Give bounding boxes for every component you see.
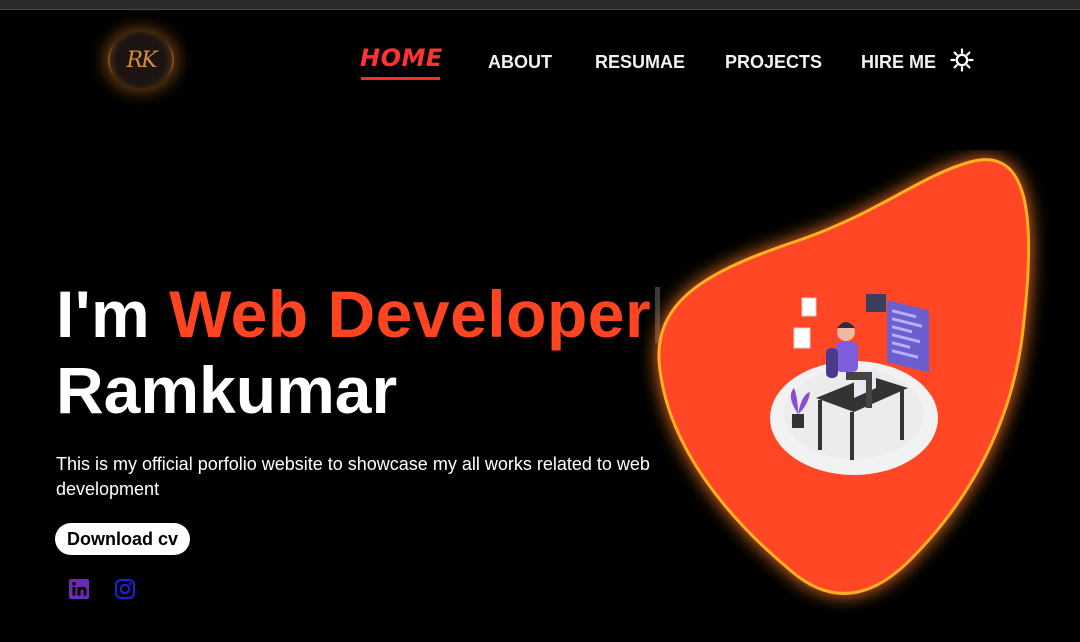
sun-icon[interactable] bbox=[950, 48, 974, 72]
linkedin-icon[interactable] bbox=[67, 577, 91, 601]
main-nav: HOME ABOUT RESUMAE PROJECTS HIRE ME bbox=[0, 44, 1080, 84]
nav-about[interactable]: ABOUT bbox=[488, 52, 552, 73]
hero-role-typed: Web Developer bbox=[169, 277, 652, 351]
nav-active-underline bbox=[361, 77, 440, 80]
nav-resumae[interactable]: RESUMAE bbox=[595, 52, 685, 73]
download-cv-button[interactable]: Download cv bbox=[55, 523, 190, 555]
hero-illustration-blob bbox=[657, 158, 1031, 595]
nav-home[interactable]: HOME bbox=[360, 44, 443, 72]
hero-name: Ramkumar bbox=[56, 353, 398, 427]
instagram-icon[interactable] bbox=[113, 577, 137, 601]
nav-hire-me[interactable]: HIRE ME bbox=[861, 52, 936, 73]
hero-description: This is my official porfolio website to … bbox=[56, 454, 650, 499]
hero-prefix: I'm bbox=[56, 277, 170, 351]
nav-projects[interactable]: PROJECTS bbox=[725, 52, 822, 73]
browser-top-strip bbox=[0, 0, 1080, 10]
hero-heading: I'm Web Developer bbox=[56, 276, 661, 352]
